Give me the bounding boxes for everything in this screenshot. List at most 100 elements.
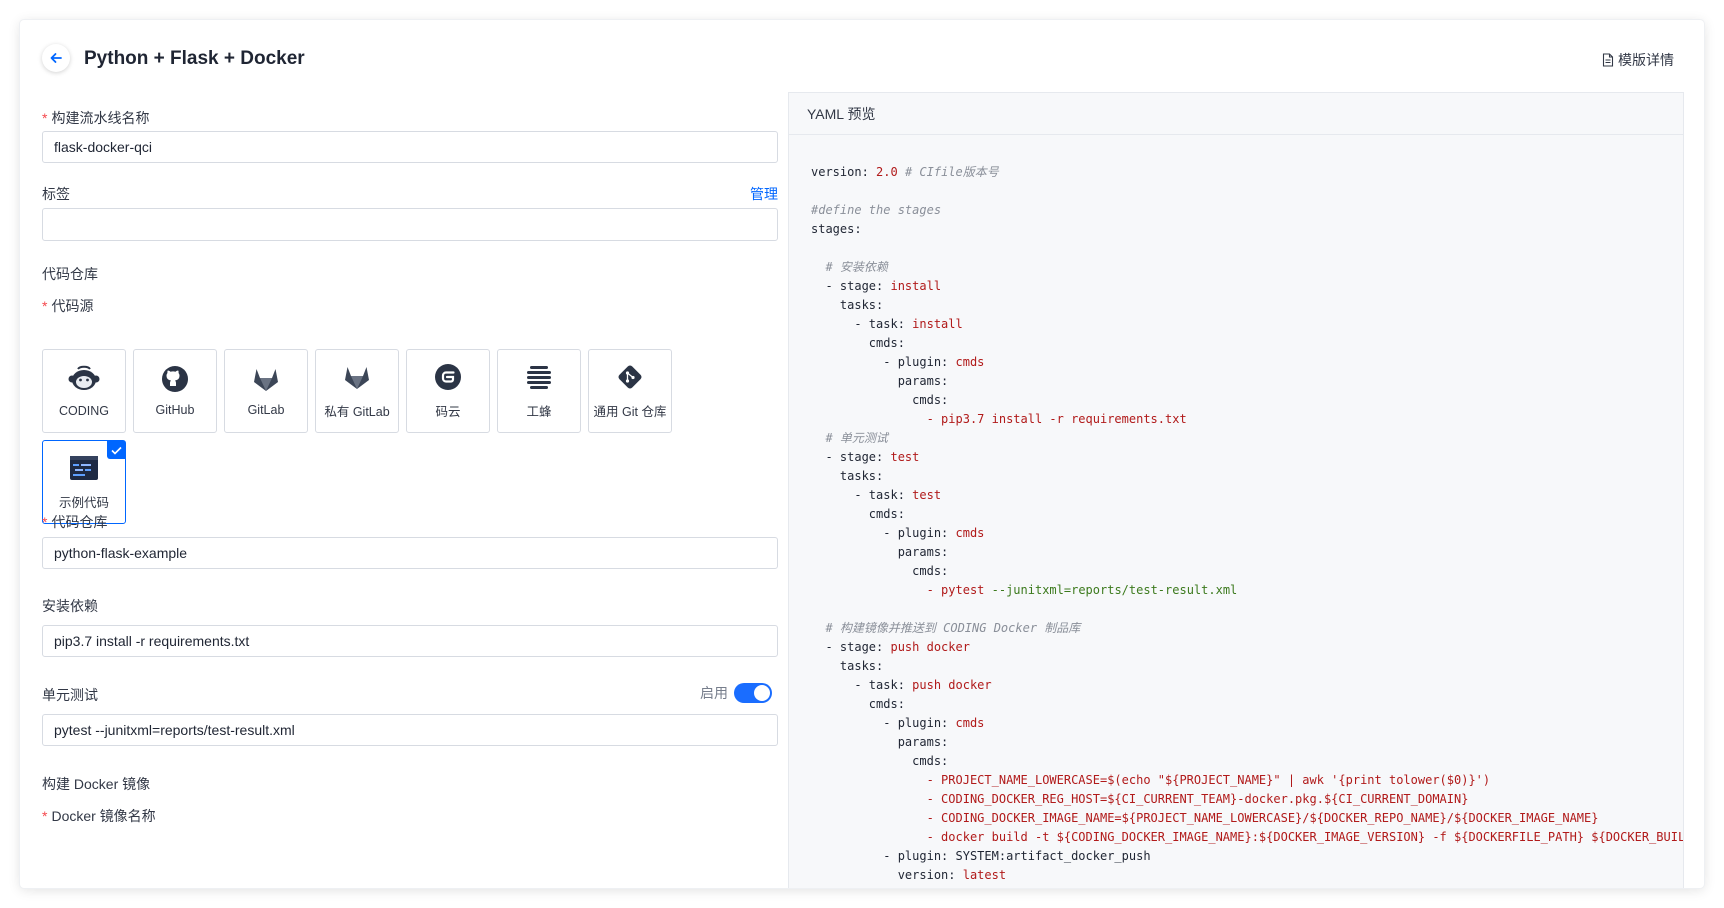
yaml-token: cmds: <box>811 697 905 711</box>
source-tgit[interactable]: 工蜂 <box>497 349 581 433</box>
source-label: 私有 GitLab <box>324 404 390 419</box>
yaml-line: cmds: <box>811 752 1683 771</box>
source-label: 示例代码 <box>58 495 109 510</box>
yaml-token: params: <box>811 735 949 749</box>
yaml-token: - CODING_DOCKER_REG_HOST=${CI_CURRENT_TE… <box>926 792 1469 806</box>
yaml-line: - pip3.7 install -r requirements.txt <box>811 410 1683 429</box>
repository-select[interactable]: python-flask-example <box>42 537 778 569</box>
yaml-token: - stage: <box>811 640 891 654</box>
yaml-token: - docker build -t ${CODING_DOCKER_IMAGE_… <box>926 830 1683 844</box>
yaml-line: cmds: <box>811 391 1683 410</box>
yaml-token: cmds: <box>811 507 905 521</box>
yaml-token: stages: <box>811 222 862 236</box>
yaml-token: push docker <box>912 678 992 692</box>
yaml-line: - task: push docker <box>811 676 1683 695</box>
yaml-token: --junitxml=reports/test-result.xml <box>991 583 1238 597</box>
yaml-line: - task: install <box>811 315 1683 334</box>
tags-input[interactable] <box>42 208 778 241</box>
yaml-line: tasks: <box>811 296 1683 315</box>
yaml-line: - task: test <box>811 486 1683 505</box>
yaml-line: - CODING_DOCKER_REG_HOST=${CI_CURRENT_TE… <box>811 790 1683 809</box>
yaml-line: tasks: <box>811 467 1683 486</box>
source-label: CODING <box>59 404 109 418</box>
repository-label: * 代码仓库 <box>42 514 108 530</box>
selected-check-icon <box>107 441 125 459</box>
yaml-token: test <box>890 450 920 464</box>
tgit-icon <box>527 365 551 389</box>
yaml-token: tasks: <box>811 469 884 483</box>
yaml-line: - stage: test <box>811 448 1683 467</box>
source-private-gitlab[interactable]: 私有 GitLab <box>315 349 399 433</box>
yaml-token: cmds: <box>811 393 949 407</box>
unit-test-toggle-wrap: 启用 <box>700 683 772 703</box>
unit-test-command-input[interactable]: pytest --junitxml=reports/test-result.xm… <box>42 714 778 746</box>
toggle-knob <box>754 685 770 701</box>
git-icon <box>618 365 642 388</box>
coding-logo-icon <box>68 365 100 390</box>
yaml-line: - plugin: cmds <box>811 353 1683 372</box>
yaml-token: - task: <box>811 678 913 692</box>
source-coding[interactable]: CODING <box>42 349 126 433</box>
yaml-line: - pytest --junitxml=reports/test-result.… <box>811 581 1683 600</box>
source-generic-git[interactable]: 通用 Git 仓库 <box>588 349 672 433</box>
source-label: GitHub <box>155 403 195 417</box>
yaml-token: cmds: <box>811 754 949 768</box>
pipeline-name-input[interactable]: flask-docker-qci <box>42 131 778 163</box>
bottom-fade <box>42 874 778 888</box>
template-details-link[interactable]: 模版详情 <box>1602 50 1674 70</box>
yaml-line: params: <box>811 372 1683 391</box>
yaml-line: cmds: <box>811 334 1683 353</box>
yaml-token: # 安装依赖 <box>811 260 888 274</box>
yaml-line: - CODING_DOCKER_IMAGE_NAME=${PROJECT_NAM… <box>811 809 1683 828</box>
yaml-token: - stage: <box>811 279 891 293</box>
code-source-label: * 代码源 <box>42 298 94 314</box>
yaml-token: - stage: <box>811 450 891 464</box>
yaml-token: cmds <box>955 526 985 540</box>
yaml-token: params: <box>811 545 949 559</box>
repo-section-heading: 代码仓库 <box>42 266 98 282</box>
yaml-preview-panel: YAML 预览 version: 2.0 # CIfile版本号 #define … <box>788 92 1684 888</box>
unit-test-label: 单元测试 <box>42 687 98 703</box>
yaml-line: version: latest <box>811 866 1683 885</box>
yaml-line: # 安装依赖 <box>811 258 1683 277</box>
yaml-token: - plugin: SYSTEM:artifact_docker_push <box>811 849 1151 863</box>
yaml-token: # CIfile版本号 <box>897 165 999 179</box>
back-button[interactable] <box>42 44 70 72</box>
yaml-token: tasks: <box>811 659 884 673</box>
yaml-line <box>811 239 1683 258</box>
yaml-token: cmds <box>955 355 985 369</box>
yaml-line <box>811 182 1683 201</box>
yaml-token: push docker <box>890 640 970 654</box>
pipeline-name-label: * 构建流水线名称 <box>42 110 150 126</box>
yaml-token <box>811 583 927 597</box>
yaml-token <box>811 811 927 825</box>
yaml-line: - plugin: cmds <box>811 714 1683 733</box>
yaml-token: test <box>912 488 942 502</box>
docker-image-name-label: * Docker 镜像名称 <box>42 808 156 824</box>
yaml-token: latest <box>962 868 1007 882</box>
yaml-token: cmds <box>955 716 985 730</box>
yaml-token: - CODING_DOCKER_IMAGE_NAME=${PROJECT_NAM… <box>926 811 1599 825</box>
yaml-line: - docker build -t ${CODING_DOCKER_IMAGE_… <box>811 828 1683 847</box>
source-gitee[interactable]: 码云 <box>406 349 490 433</box>
install-command-input[interactable]: pip3.7 install -r requirements.txt <box>42 625 778 657</box>
yaml-line <box>811 600 1683 619</box>
yaml-line: - stage: install <box>811 277 1683 296</box>
yaml-token: cmds: <box>811 336 905 350</box>
yaml-line: # 构建镜像并推送到 CODING Docker 制品库 <box>811 619 1683 638</box>
unit-test-toggle[interactable] <box>734 683 772 703</box>
yaml-token: params: <box>811 374 949 388</box>
yaml-token <box>811 830 927 844</box>
arrow-left-icon <box>50 53 62 63</box>
yaml-token: tasks: <box>811 298 884 312</box>
tags-label: 标签 <box>42 186 70 202</box>
source-label: 码云 <box>435 404 461 419</box>
pipeline-form: * 构建流水线名称 flask-docker-qci 标签 管理 代码仓库 * 代码… <box>42 90 778 888</box>
source-github[interactable]: GitHub <box>133 349 217 433</box>
gitee-icon <box>435 363 461 390</box>
page-header: Python + Flask + Docker 模版详情 <box>20 20 1704 90</box>
tags-manage-link[interactable]: 管理 <box>750 184 778 204</box>
yaml-line: params: <box>811 733 1683 752</box>
docker-section-heading: 构建 Docker 镜像 <box>42 776 151 792</box>
source-gitlab[interactable]: GitLab <box>224 349 308 433</box>
